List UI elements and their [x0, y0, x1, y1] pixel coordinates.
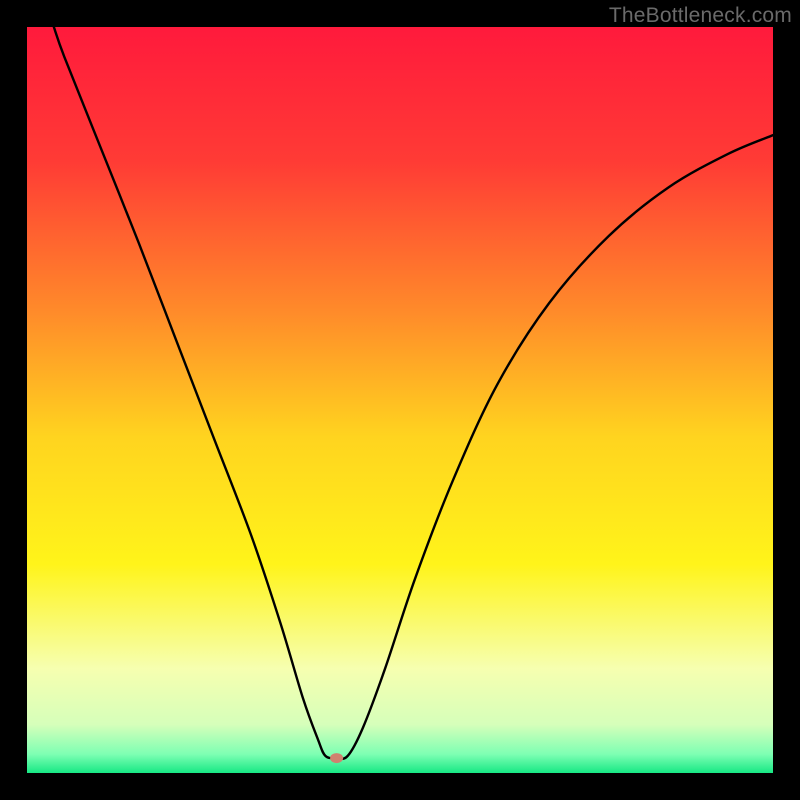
chart-frame	[27, 27, 773, 773]
optimum-marker	[330, 753, 343, 763]
watermark-label: TheBottleneck.com	[609, 4, 792, 28]
gradient-background	[27, 27, 773, 773]
chart-svg	[27, 27, 773, 773]
